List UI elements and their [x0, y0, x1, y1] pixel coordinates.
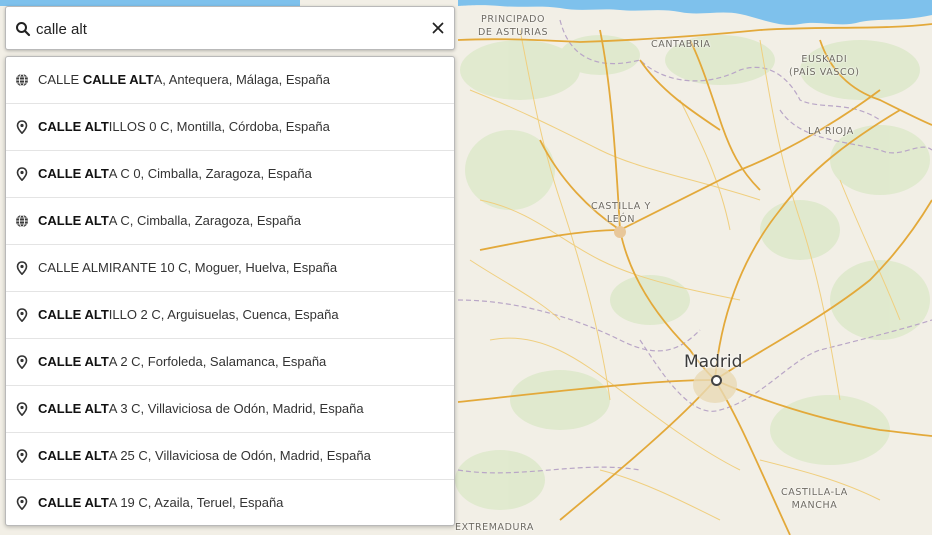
map-label-clm-line1: CASTILLA-LA [781, 487, 848, 498]
search-input[interactable] [36, 16, 406, 42]
search-result-item[interactable]: CALLE CALLE ALTA, Antequera, Málaga, Esp… [6, 57, 454, 104]
search-result-bold: CALLE ALT [38, 401, 109, 416]
search-result-text: CALLE ALMIRANTE 10 C, Moguer, Huelva, Es… [38, 260, 337, 275]
search-result-bold: CALLE ALT [38, 119, 109, 134]
search-result-item[interactable]: CALLE ALTA 19 C, Azaila, Teruel, España [6, 480, 454, 525]
search-result-bold: CALLE ALT [38, 166, 109, 181]
search-result-item[interactable]: CALLE ALTA 3 C, Villaviciosa de Odón, Ma… [6, 386, 454, 433]
search-result-rest: A 19 C, Azaila, Teruel, España [108, 495, 284, 510]
search-result-rest: A, Antequera, Málaga, España [153, 72, 330, 87]
search-result-text: CALLE ALTA 3 C, Villaviciosa de Odón, Ma… [38, 401, 364, 416]
search-result-rest: A 25 C, Villaviciosa de Odón, Madrid, Es… [108, 448, 371, 463]
search-result-text: CALLE ALTILLO 2 C, Arguisuelas, Cuenca, … [38, 307, 339, 322]
map-label-asturias-line1: PRINCIPADO [481, 14, 546, 25]
map-label-rioja: LA RIOJA [808, 126, 854, 137]
globe-icon [16, 214, 28, 228]
search-result-text: CALLE ALTA 19 C, Azaila, Teruel, España [38, 495, 283, 510]
pin-icon [16, 261, 28, 275]
search-results-list: CALLE CALLE ALTA, Antequera, Málaga, Esp… [5, 56, 455, 526]
search-result-bold: CALLE ALT [38, 307, 109, 322]
search-result-rest: ILLO 2 C, Arguisuelas, Cuenca, España [108, 307, 339, 322]
search-result-text: CALLE ALTA C, Cimballa, Zaragoza, España [38, 213, 301, 228]
pin-icon [16, 402, 28, 416]
pin-icon [16, 355, 28, 369]
capital-marker-icon [711, 375, 722, 386]
search-result-rest: A C 0, Cimballa, Zaragoza, España [108, 166, 312, 181]
search-result-text: CALLE ALTILLOS 0 C, Montilla, Córdoba, E… [38, 119, 330, 134]
search-result-text: CALLE ALTA 25 C, Villaviciosa de Odón, M… [38, 448, 371, 463]
pin-icon [16, 167, 28, 181]
search-box [5, 6, 455, 50]
globe-icon [16, 73, 28, 87]
search-result-item[interactable]: CALLE ALTA 25 C, Villaviciosa de Odón, M… [6, 433, 454, 480]
search-result-rest: ILLOS 0 C, Montilla, Córdoba, España [108, 119, 330, 134]
map-label-cyl-line2: LEÓN [606, 214, 636, 225]
search-result-prefix: CALLE [38, 72, 83, 87]
search-result-prefix: CALLE ALMIRANTE 10 C, Moguer, Huelva, Es… [38, 260, 338, 275]
pin-icon [16, 449, 28, 463]
map-label-castilla-leon: CASTILLA Y LEÓN [591, 200, 651, 226]
map-label-madrid: Madrid [684, 352, 743, 372]
search-result-text: CALLE CALLE ALTA, Antequera, Málaga, Esp… [38, 72, 330, 87]
map-label-asturias-line2: DE ASTURIAS [478, 27, 549, 38]
search-result-bold: CALLE ALT [38, 448, 109, 463]
map-label-euskadi: EUSKADI (PAÍS VASCO) [789, 53, 860, 79]
map-valladolid-urban [614, 226, 626, 238]
search-result-bold: CALLE ALT [38, 354, 109, 369]
map-label-castilla-la-mancha: CASTILLA-LA MANCHA [781, 486, 848, 512]
pin-icon [16, 120, 28, 134]
pin-icon [16, 496, 28, 510]
close-icon[interactable] [430, 20, 446, 36]
search-result-text: CALLE ALTA C 0, Cimballa, Zaragoza, Espa… [38, 166, 312, 181]
map-label-extremadura: EXTREMADURA [455, 522, 535, 533]
search-result-rest: A 3 C, Villaviciosa de Odón, Madrid, Esp… [108, 401, 364, 416]
search-result-item[interactable]: CALLE ALTA C, Cimballa, Zaragoza, España [6, 198, 454, 245]
map-label-clm-line2: MANCHA [791, 500, 838, 511]
search-icon [16, 22, 31, 37]
search-result-item[interactable]: CALLE ALTA 2 C, Forfoleda, Salamanca, Es… [6, 339, 454, 386]
search-result-bold: CALLE ALT [38, 213, 109, 228]
pin-icon [16, 308, 28, 322]
map-label-euskadi-line2: (PAÍS VASCO) [789, 67, 860, 78]
search-result-bold: CALLE ALT [82, 72, 154, 87]
search-result-rest: A 2 C, Forfoleda, Salamanca, España [108, 354, 327, 369]
map-label-cyl-line1: CASTILLA Y [591, 201, 651, 212]
map-label-cantabria: CANTABRIA [651, 39, 711, 50]
search-result-rest: A C, Cimballa, Zaragoza, España [108, 213, 301, 228]
search-result-bold: CALLE ALT [38, 495, 109, 510]
map-label-asturias: PRINCIPADO DE ASTURIAS [478, 13, 548, 39]
search-result-item[interactable]: CALLE ALMIRANTE 10 C, Moguer, Huelva, Es… [6, 245, 454, 292]
search-result-item[interactable]: CALLE ALTILLO 2 C, Arguisuelas, Cuenca, … [6, 292, 454, 339]
map-label-euskadi-line1: EUSKADI [801, 54, 848, 65]
search-result-item[interactable]: CALLE ALTA C 0, Cimballa, Zaragoza, Espa… [6, 151, 454, 198]
search-result-item[interactable]: CALLE ALTILLOS 0 C, Montilla, Córdoba, E… [6, 104, 454, 151]
search-result-text: CALLE ALTA 2 C, Forfoleda, Salamanca, Es… [38, 354, 326, 369]
